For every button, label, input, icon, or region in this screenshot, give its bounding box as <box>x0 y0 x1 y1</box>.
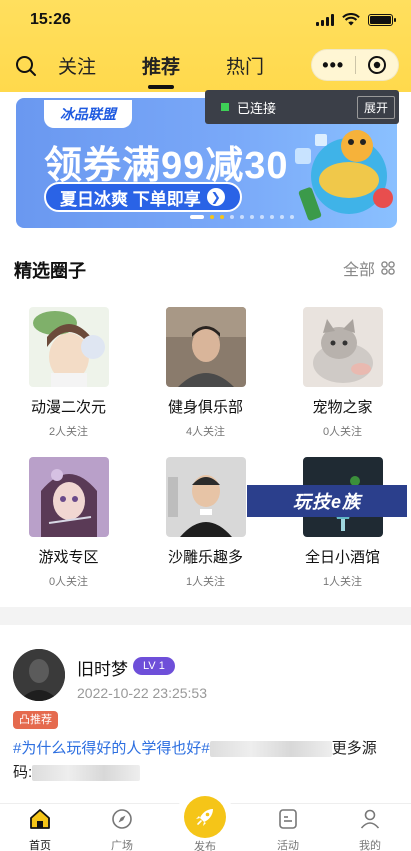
tabbar-activity[interactable]: 活动 <box>258 808 318 851</box>
connection-status: 已连接 <box>237 100 277 116</box>
banner-logo: 冰品联盟 <box>44 100 132 128</box>
circle-name: 全日小酒馆 <box>304 549 380 566</box>
top-header: 15:26 关注 推荐 热门 ••• <box>0 0 411 92</box>
grid-icon <box>381 261 395 275</box>
post-text: 更多源 <box>331 740 377 757</box>
tabbar-publish-label[interactable]: 发布 <box>176 838 234 851</box>
user-icon <box>360 809 380 829</box>
circle-item[interactable]: 动漫二次元 2人关注 <box>0 307 137 439</box>
recommend-badge: 凸推荐 <box>13 711 58 729</box>
banner-headline: 领券满99减30 <box>44 145 289 187</box>
circle-item[interactable]: 沙雕乐趣多 1人关注 <box>137 457 274 589</box>
banner-cta[interactable]: 夏日冰爽 下单即享 ❯ <box>44 182 242 212</box>
tabbar-square[interactable]: 广场 <box>92 808 152 851</box>
circle-item[interactable]: 宠物之家 0人关注 <box>274 307 411 439</box>
arrow-right-icon: ❯ <box>206 188 225 206</box>
compass-icon <box>112 809 132 829</box>
circle-name: 健身俱乐部 <box>167 399 243 416</box>
circle-item[interactable]: 全日小酒馆 1人关注 <box>274 457 411 589</box>
rocket-icon <box>196 809 213 826</box>
circle-thumbnail <box>28 457 109 537</box>
banner-pager <box>190 215 294 219</box>
circle-followers: 1人关注 <box>185 576 226 588</box>
circle-thumbnail <box>302 307 383 387</box>
tabbar-mine-label: 我的 <box>359 840 381 851</box>
circle-name: 游戏专区 <box>38 549 99 566</box>
watermark-overlay: 玩技e族 <box>247 485 407 517</box>
tabbar-activity-label: 活动 <box>277 840 299 851</box>
circle-thumbnail <box>165 307 246 387</box>
connected-dot <box>221 103 229 111</box>
nav-bar: 关注 推荐 热门 ••• <box>0 44 411 90</box>
close-miniprogram-button[interactable] <box>355 55 398 75</box>
more-menu-button[interactable]: ••• <box>312 50 355 80</box>
wifi-icon <box>342 13 360 26</box>
circle-followers: 1人关注 <box>322 576 363 588</box>
tabbar-home-label: 首页 <box>29 840 51 851</box>
view-all-link[interactable]: 全部 <box>343 256 395 280</box>
post-text-line2: 码: <box>13 764 33 781</box>
circle-followers: 0人关注 <box>322 426 363 438</box>
post-time: 2022-10-22 23:25:53 <box>77 685 207 701</box>
banner-cta-label: 夏日冰爽 下单即享 <box>60 189 201 209</box>
activity-icon <box>279 809 297 829</box>
tabbar-square-label: 广场 <box>111 840 133 851</box>
post-body[interactable]: #为什么玩得好的人学得也好# 更多源 码: <box>13 737 393 785</box>
circle-followers: 4人关注 <box>185 426 226 438</box>
circle-item[interactable]: 健身俱乐部 4人关注 <box>137 307 274 439</box>
status-icons <box>316 13 396 26</box>
tabbar-mine[interactable]: 我的 <box>340 808 400 851</box>
post-topic-tag[interactable]: #为什么玩得好的人学得也好# <box>13 740 210 757</box>
avatar[interactable] <box>13 649 65 701</box>
search-icon[interactable] <box>14 54 38 78</box>
redacted-text <box>209 741 332 758</box>
post-username[interactable]: 旧时梦 <box>77 655 128 680</box>
circle-followers: 2人关注 <box>48 426 89 438</box>
tab-following[interactable]: 关注 <box>58 52 96 89</box>
tab-recommend[interactable]: 推荐 <box>142 52 180 89</box>
status-bar: 15:26 <box>0 0 411 44</box>
status-time: 15:26 <box>30 11 71 28</box>
signal-icon <box>316 13 334 26</box>
feed-tabs: 关注 推荐 热门 <box>58 52 264 89</box>
circle-followers: 0人关注 <box>48 576 89 588</box>
publish-button-inner <box>184 796 226 838</box>
post-card[interactable]: 旧时梦 LV 1 2022-10-22 23:25:53 凸推荐 #为什么玩得好… <box>0 625 411 805</box>
tabbar-home[interactable]: 首页 <box>10 808 70 851</box>
circle-name: 动漫二次元 <box>30 399 106 416</box>
redacted-text <box>32 765 141 782</box>
tab-hot[interactable]: 热门 <box>226 52 264 89</box>
section-title: 精选圈子 <box>14 261 86 281</box>
expand-button[interactable]: 展开 <box>356 95 395 119</box>
home-icon <box>30 809 50 829</box>
view-all-label: 全部 <box>342 262 375 279</box>
circle-item[interactable]: 游戏专区 0人关注 <box>0 457 137 589</box>
miniprogram-capsule: ••• <box>311 49 399 81</box>
circle-thumbnail <box>165 457 246 537</box>
level-badge: LV 1 <box>133 657 175 675</box>
circle-thumbnail <box>28 307 109 387</box>
target-icon <box>367 56 386 74</box>
connection-indicator: 已连接 展开 <box>205 90 399 124</box>
featured-circles: 精选圈子 全部 动漫二次元 2人关注 健身俱乐部 4人关注 宠物之家 0人关注 … <box>0 237 411 607</box>
battery-icon <box>368 13 396 26</box>
circle-name: 沙雕乐趣多 <box>167 549 243 566</box>
circle-name: 宠物之家 <box>312 399 373 416</box>
